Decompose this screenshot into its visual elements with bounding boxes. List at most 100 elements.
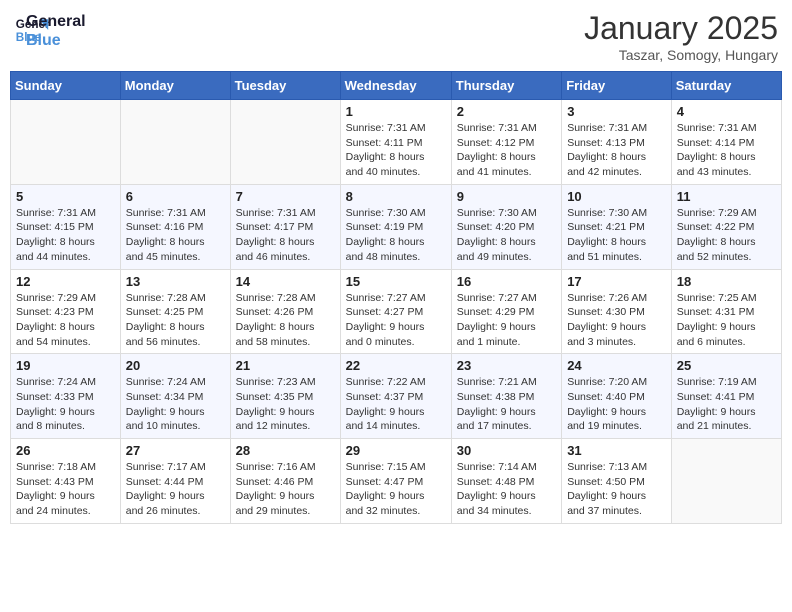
day-number: 16 (457, 274, 556, 289)
calendar-cell: 26Sunrise: 7:18 AM Sunset: 4:43 PM Dayli… (11, 439, 121, 524)
day-info: Sunrise: 7:31 AM Sunset: 4:13 PM Dayligh… (567, 121, 666, 180)
day-info: Sunrise: 7:26 AM Sunset: 4:30 PM Dayligh… (567, 291, 666, 350)
day-info: Sunrise: 7:28 AM Sunset: 4:26 PM Dayligh… (236, 291, 335, 350)
day-info: Sunrise: 7:24 AM Sunset: 4:34 PM Dayligh… (126, 375, 225, 434)
calendar-cell: 3Sunrise: 7:31 AM Sunset: 4:13 PM Daylig… (562, 100, 672, 185)
day-info: Sunrise: 7:31 AM Sunset: 4:11 PM Dayligh… (346, 121, 446, 180)
calendar-cell: 5 Sunrise: 7:31 AM Sunset: 4:15 PM Daylig… (11, 184, 121, 269)
day-info: Sunrise: 7:21 AM Sunset: 4:38 PM Dayligh… (457, 375, 556, 434)
day-number: 27 (126, 443, 225, 458)
calendar-cell (230, 100, 340, 185)
calendar-cell: 15Sunrise: 7:27 AM Sunset: 4:27 PM Dayli… (340, 269, 451, 354)
day-info: Sunrise: 7:19 AM Sunset: 4:41 PM Dayligh… (677, 375, 776, 434)
day-number: 25 (677, 358, 776, 373)
day-info: Sunrise: 7:20 AM Sunset: 4:40 PM Dayligh… (567, 375, 666, 434)
calendar-cell: 27 Sunrise: 7:17 AM Sunset: 4:44 PM Dayli… (120, 439, 230, 524)
day-info: Sunrise: 7:30 AM Sunset: 4:21 PM Dayligh… (567, 206, 666, 265)
calendar-cell: 31Sunrise: 7:13 AM Sunset: 4:50 PM Dayli… (562, 439, 672, 524)
day-number: 22 (346, 358, 446, 373)
day-info: Sunrise: 7:30 AM Sunset: 4:19 PM Dayligh… (346, 206, 446, 265)
weekday-header-thursday: Thursday (451, 72, 561, 100)
calendar-week-4: 19Sunrise: 7:24 AM Sunset: 4:33 PM Dayli… (11, 354, 782, 439)
calendar-cell: 8 Sunrise: 7:30 AM Sunset: 4:19 PM Daylig… (340, 184, 451, 269)
day-number: 28 (236, 443, 335, 458)
calendar-cell: 29 Sunrise: 7:15 AM Sunset: 4:47 PM Dayli… (340, 439, 451, 524)
weekday-header-friday: Friday (562, 72, 672, 100)
calendar-cell: 11Sunrise: 7:29 AM Sunset: 4:22 PM Dayli… (671, 184, 781, 269)
calendar-header-row: SundayMondayTuesdayWednesdayThursdayFrid… (11, 72, 782, 100)
day-info: Sunrise: 7:15 AM Sunset: 4:47 PM Dayligh… (346, 460, 446, 519)
day-number: 18 (677, 274, 776, 289)
weekday-header-tuesday: Tuesday (230, 72, 340, 100)
calendar-cell: 16Sunrise: 7:27 AM Sunset: 4:29 PM Dayli… (451, 269, 561, 354)
month-title: January 2025 (584, 10, 778, 47)
day-info: Sunrise: 7:31 AM Sunset: 4:16 PM Dayligh… (126, 206, 225, 265)
day-info: Sunrise: 7:28 AM Sunset: 4:25 PM Dayligh… (126, 291, 225, 350)
day-number: 30 (457, 443, 556, 458)
calendar-cell: 28 Sunrise: 7:16 AM Sunset: 4:46 PM Dayli… (230, 439, 340, 524)
day-info: Sunrise: 7:23 AM Sunset: 4:35 PM Dayligh… (236, 375, 335, 434)
day-info: Sunrise: 7:30 AM Sunset: 4:20 PM Dayligh… (457, 206, 556, 265)
calendar-cell (120, 100, 230, 185)
day-info: Sunrise: 7:29 AM Sunset: 4:23 PM Dayligh… (16, 291, 115, 350)
calendar-cell: 22 Sunrise: 7:22 AM Sunset: 4:37 PM Dayli… (340, 354, 451, 439)
day-info: Sunrise: 7:31 AM Sunset: 4:14 PM Dayligh… (677, 121, 776, 180)
day-number: 29 (346, 443, 446, 458)
day-number: 26 (16, 443, 115, 458)
day-number: 5 (16, 189, 115, 204)
calendar-cell: 19Sunrise: 7:24 AM Sunset: 4:33 PM Dayli… (11, 354, 121, 439)
calendar-cell: 6 Sunrise: 7:31 AM Sunset: 4:16 PM Daylig… (120, 184, 230, 269)
day-info: Sunrise: 7:17 AM Sunset: 4:44 PM Dayligh… (126, 460, 225, 519)
day-info: Sunrise: 7:29 AM Sunset: 4:22 PM Dayligh… (677, 206, 776, 265)
day-info: Sunrise: 7:22 AM Sunset: 4:37 PM Dayligh… (346, 375, 446, 434)
calendar-week-1: 1 Sunrise: 7:31 AM Sunset: 4:11 PM Daylig… (11, 100, 782, 185)
day-info: Sunrise: 7:16 AM Sunset: 4:46 PM Dayligh… (236, 460, 335, 519)
calendar-cell: 20 Sunrise: 7:24 AM Sunset: 4:34 PM Dayli… (120, 354, 230, 439)
calendar-table: SundayMondayTuesdayWednesdayThursdayFrid… (10, 71, 782, 524)
calendar-cell: 24Sunrise: 7:20 AM Sunset: 4:40 PM Dayli… (562, 354, 672, 439)
logo-blue: Blue (26, 31, 86, 50)
day-number: 2 (457, 104, 556, 119)
day-number: 21 (236, 358, 335, 373)
day-info: Sunrise: 7:25 AM Sunset: 4:31 PM Dayligh… (677, 291, 776, 350)
day-number: 6 (126, 189, 225, 204)
calendar-cell: 1 Sunrise: 7:31 AM Sunset: 4:11 PM Daylig… (340, 100, 451, 185)
day-number: 12 (16, 274, 115, 289)
calendar-week-5: 26Sunrise: 7:18 AM Sunset: 4:43 PM Dayli… (11, 439, 782, 524)
day-info: Sunrise: 7:31 AM Sunset: 4:15 PM Dayligh… (16, 206, 115, 265)
weekday-header-sunday: Sunday (11, 72, 121, 100)
day-number: 13 (126, 274, 225, 289)
calendar-week-3: 12 Sunrise: 7:29 AM Sunset: 4:23 PM Dayli… (11, 269, 782, 354)
day-number: 8 (346, 189, 446, 204)
calendar-cell: 2 Sunrise: 7:31 AM Sunset: 4:12 PM Daylig… (451, 100, 561, 185)
day-info: Sunrise: 7:14 AM Sunset: 4:48 PM Dayligh… (457, 460, 556, 519)
calendar-cell: 4 Sunrise: 7:31 AM Sunset: 4:14 PM Daylig… (671, 100, 781, 185)
calendar-cell: 14 Sunrise: 7:28 AM Sunset: 4:26 PM Dayli… (230, 269, 340, 354)
location: Taszar, Somogy, Hungary (584, 47, 778, 63)
calendar-cell: 23 Sunrise: 7:21 AM Sunset: 4:38 PM Dayli… (451, 354, 561, 439)
day-info: Sunrise: 7:27 AM Sunset: 4:27 PM Dayligh… (346, 291, 446, 350)
calendar-cell: 21 Sunrise: 7:23 AM Sunset: 4:35 PM Dayli… (230, 354, 340, 439)
day-number: 4 (677, 104, 776, 119)
calendar-cell: 9 Sunrise: 7:30 AM Sunset: 4:20 PM Daylig… (451, 184, 561, 269)
calendar-cell: 17 Sunrise: 7:26 AM Sunset: 4:30 PM Dayli… (562, 269, 672, 354)
page-header: General Blue General Blue January 2025 T… (10, 10, 782, 63)
weekday-header-monday: Monday (120, 72, 230, 100)
day-number: 17 (567, 274, 666, 289)
day-info: Sunrise: 7:31 AM Sunset: 4:12 PM Dayligh… (457, 121, 556, 180)
calendar-week-2: 5 Sunrise: 7:31 AM Sunset: 4:15 PM Daylig… (11, 184, 782, 269)
logo-general: General (26, 12, 86, 31)
day-number: 10 (567, 189, 666, 204)
day-info: Sunrise: 7:13 AM Sunset: 4:50 PM Dayligh… (567, 460, 666, 519)
day-number: 14 (236, 274, 335, 289)
day-number: 1 (346, 104, 446, 119)
day-number: 20 (126, 358, 225, 373)
day-number: 9 (457, 189, 556, 204)
logo: General Blue General Blue (14, 10, 86, 50)
day-info: Sunrise: 7:31 AM Sunset: 4:17 PM Dayligh… (236, 206, 335, 265)
calendar-cell (671, 439, 781, 524)
calendar-cell: 30 Sunrise: 7:14 AM Sunset: 4:48 PM Dayli… (451, 439, 561, 524)
calendar-cell: 10 Sunrise: 7:30 AM Sunset: 4:21 PM Dayli… (562, 184, 672, 269)
day-number: 23 (457, 358, 556, 373)
title-block: January 2025 Taszar, Somogy, Hungary (584, 10, 778, 63)
